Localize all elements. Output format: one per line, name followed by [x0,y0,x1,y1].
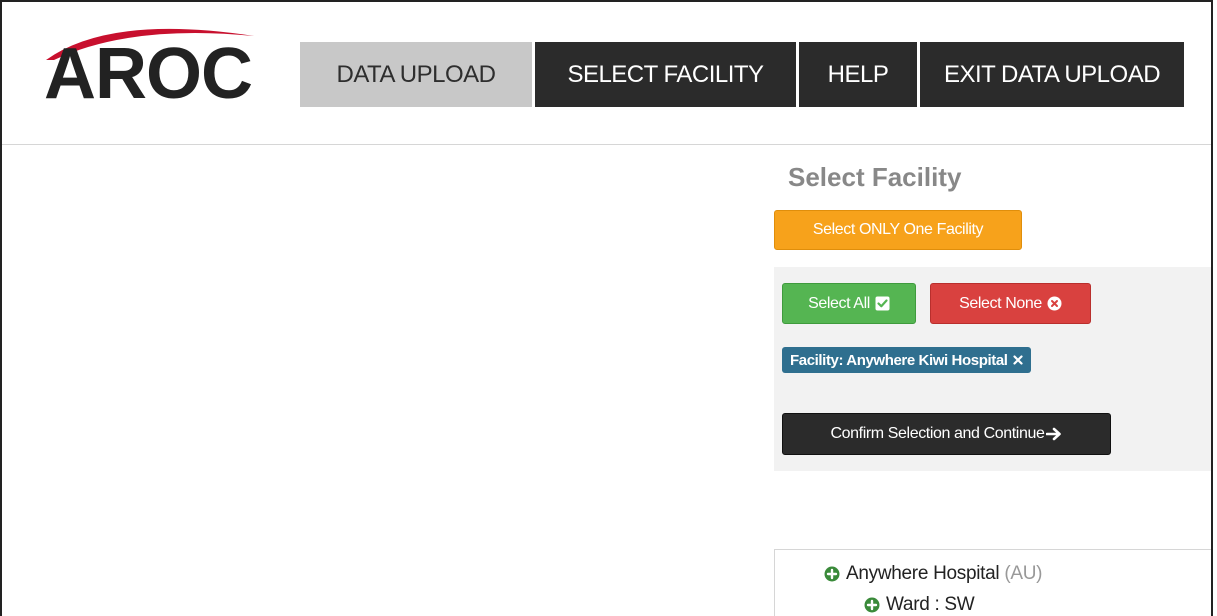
select-only-one-button[interactable]: Select ONLY One Facility [774,210,1022,250]
select-none-label: Select None [959,294,1042,312]
select-all-button[interactable]: Select All [782,283,916,324]
tree-item-ward-sw[interactable]: Ward : SW [864,594,975,616]
logo-text: AROC [44,34,253,114]
page-title: Select Facility [788,162,962,192]
circle-x-icon [1047,296,1062,311]
checkbox-checked-icon [875,296,890,311]
tree-item-anywhere-hospital[interactable]: Anywhere Hospital (AU) [824,563,1042,585]
facility-tag[interactable]: Facility: Anywhere Kiwi Hospital [782,347,1031,373]
nav-help[interactable]: HELP [799,42,917,107]
tree-item-country: (AU) [1004,563,1043,584]
expand-plus-icon[interactable] [864,597,880,613]
arrow-right-icon [1046,427,1062,441]
header: AROC DATA UPLOAD SELECT FACILITY HELP EX… [2,2,1211,145]
facility-tag-label: Facility: Anywhere Kiwi Hospital [790,351,1008,369]
aroc-logo[interactable]: AROC [40,20,280,112]
nav-select-facility[interactable]: SELECT FACILITY [535,42,796,107]
main-nav: DATA UPLOAD SELECT FACILITY HELP EXIT DA… [300,42,1184,107]
nav-data-upload[interactable]: DATA UPLOAD [300,42,532,107]
nav-exit-data-upload[interactable]: EXIT DATA UPLOAD [920,42,1184,107]
tree-item-label: Anywhere Hospital [846,563,1000,584]
expand-plus-icon[interactable] [824,566,840,582]
select-none-button[interactable]: Select None [930,283,1091,324]
select-only-one-label: Select ONLY One Facility [812,221,984,238]
app-frame: AROC DATA UPLOAD SELECT FACILITY HELP EX… [0,0,1213,616]
confirm-continue-button[interactable]: Confirm Selection and Continue [782,413,1111,455]
tree-item-label: Ward : SW [886,594,975,615]
confirm-continue-label: Confirm Selection and Continue [830,425,1045,442]
remove-tag-icon[interactable] [1012,355,1023,365]
select-all-label: Select All [808,294,870,312]
